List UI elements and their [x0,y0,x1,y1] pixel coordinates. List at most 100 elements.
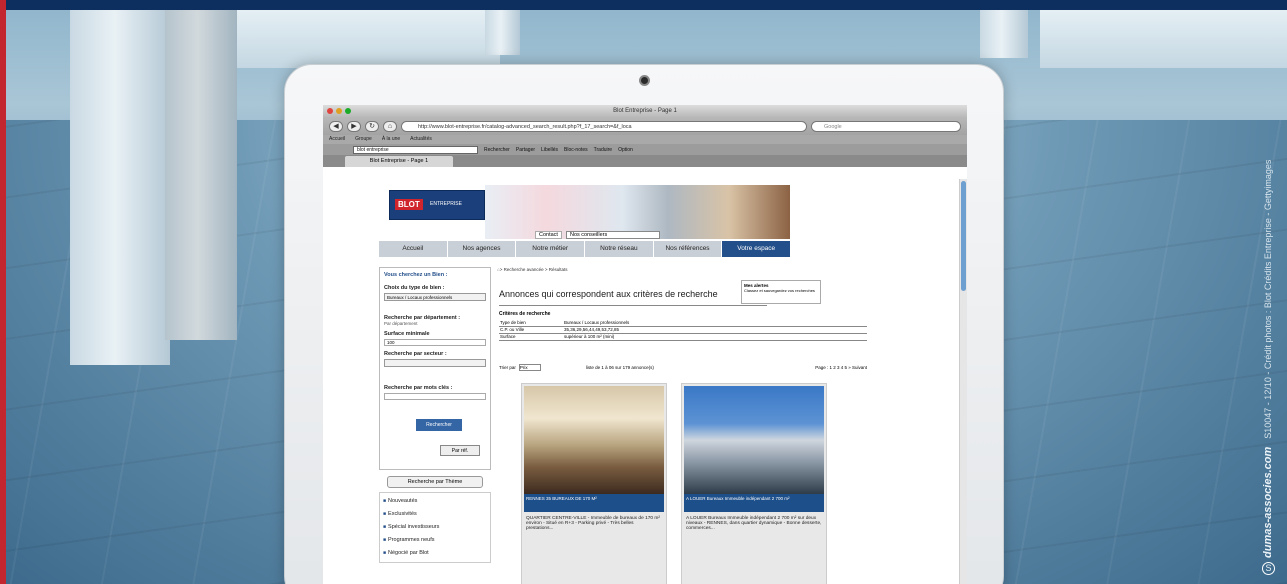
back-window [230,8,500,68]
search-panel: Vous cherchez un Bien : Choix du type de… [379,267,491,470]
criteria-block: Critères de recherche Type de bien Bureau… [499,311,867,341]
criteria-key: Surface [499,333,563,341]
bookmarks-bar: Accueil Groupe À la une Actualités [323,135,967,144]
type-select[interactable]: Bureaux / Locaux professionnels [384,293,486,301]
red-strip [0,0,6,584]
theme-link[interactable]: Exclusivités [383,508,487,521]
surface-input[interactable]: 100 [384,339,486,346]
listing-photo[interactable] [524,386,664,494]
search-sidebar: Vous cherchez un Bien : Choix du type de… [379,267,491,563]
pillar [485,10,520,55]
back-window [1040,8,1287,68]
criteria-key: Type de bien [499,319,563,327]
url-bar[interactable]: http://www.blot-entreprise.fr/catalog-ad… [401,120,807,132]
google-toolbar-search[interactable]: blot entreprise [353,145,478,154]
photo-credit: Sdumas-associes.com S10047 - 12/10 - Créd… [1262,160,1275,575]
menu-references[interactable]: Nos références [654,241,723,257]
zoom-window-icon[interactable] [345,108,351,114]
home-icon[interactable]: ⌂ [383,120,397,132]
ref-search-button[interactable]: Par réf. [440,445,480,456]
bookmark-item[interactable]: Accueil [329,135,345,144]
google-toolbar: blot entreprise Rechercher Partager Libe… [323,144,967,155]
reload-icon[interactable]: ↻ [365,120,379,132]
theme-link[interactable]: Programmes neufs [383,534,487,547]
menu-reseau[interactable]: Notre réseau [585,241,654,257]
criteria-table: Type de bien Bureaux / Locaux professionn… [499,319,867,341]
credit-brand: dumas-associes.com [1262,446,1274,558]
contact-select[interactable]: Nos conseillers [565,231,660,239]
browser-search-input[interactable]: Google [811,120,961,132]
alerts-box[interactable]: Mes alertes Classez et sauvegardez vos r… [741,280,821,304]
browser-tab[interactable]: Blot Entreprise - Page 1 [345,156,453,167]
menu-accueil[interactable]: Accueil [379,241,448,257]
window-title: Blot Entreprise - Page 1 [613,108,677,114]
table-row: C.P. ou Ville 35,36,29,56,44,49,53,72,85 [499,326,867,334]
bookmark-item[interactable]: À la une [382,135,400,144]
breadcrumb: > Recherche avancée > Résultats [497,267,791,272]
scrollbar-thumb[interactable] [961,181,966,291]
listing-description: A LOUER Bureaux Immeuble indépendant 2 7… [686,516,822,531]
criteria-title: Critères de recherche [499,311,551,317]
toolbar-item[interactable]: Libellés [541,147,558,153]
search-submit-button[interactable]: Rechercher [416,419,462,431]
listing-caption[interactable]: A LOUER Bureaux Immeuble indépendant 2 7… [684,494,824,512]
theme-link[interactable]: Spécial investisseurs [383,521,487,534]
results-main: > Recherche avancée > Résultats Annonces… [497,267,867,584]
pillar [165,10,237,340]
listing-card[interactable]: RENNES 35 BUREAUX DE 170 M² QUARTIER CEN… [521,383,667,584]
background-photo: Sdumas-associes.com S10047 - 12/10 - Créd… [0,0,1287,584]
top-band [0,0,1287,10]
logo-subtext: ENTREPRISE [430,201,462,207]
theme-link[interactable]: Négocié par Blot [383,547,487,560]
forward-icon[interactable]: ▶ [347,120,361,132]
keyword-input[interactable] [384,393,486,400]
page-viewport: BLOT ENTREPRISE Contact Nos conseillers … [323,179,967,584]
logo-text: BLOT [395,199,423,210]
title-divider [499,305,767,306]
close-window-icon[interactable] [327,108,333,114]
toolbar-item[interactable]: Option [618,147,633,153]
menu-metier[interactable]: Notre métier [516,241,586,257]
pagination[interactable]: Page : 1 2 3 4 5 » Suivant [815,365,867,370]
table-row: Type de bien Bureaux / Locaux professionn… [499,319,867,327]
minimize-window-icon[interactable] [336,108,342,114]
panel-title: Vous cherchez un Bien : [384,272,448,278]
laptop-screen: Blot Entreprise - Page 1 ◀ ▶ ↻ ⌂ http://… [323,105,967,584]
window-controls [327,108,351,114]
menu-agences[interactable]: Nos agences [448,241,517,257]
laptop: Blot Entreprise - Page 1 ◀ ▶ ↻ ⌂ http://… [284,64,1004,584]
theme-links: Nouveautés Exclusivités Spécial investis… [379,492,491,563]
sort-label: Trier par [499,365,516,370]
website: BLOT ENTREPRISE Contact Nos conseillers … [375,179,867,584]
alerts-text: Classez et sauvegardez vos recherches [744,288,815,293]
theme-search-button[interactable]: Recherche par Thème [387,476,483,488]
listing-description: QUARTIER CENTRE-VILLE - Immeuble de bure… [526,516,661,531]
credit-meta: S10047 - 12/10 - Crédit photos : Blot Cr… [1263,159,1273,439]
browser-toolbar: ◀ ▶ ↻ ⌂ http://www.blot-entreprise.fr/ca… [323,117,967,135]
listing-card[interactable]: A LOUER Bureaux Immeuble indépendant 2 7… [681,383,827,584]
sector-select[interactable] [384,359,486,367]
sort-select[interactable]: Prix [518,364,541,371]
tab-bar: Blot Entreprise - Page 1 [323,155,967,167]
bookmark-item[interactable]: Groupe [355,135,372,144]
toolbar-item[interactable]: Rechercher [484,147,510,153]
vertical-scrollbar[interactable] [959,179,967,584]
criteria-value: Bureaux / Locaux professionnels [563,319,867,327]
site-logo[interactable]: BLOT ENTREPRISE [389,190,485,220]
listing-caption[interactable]: RENNES 35 BUREAUX DE 170 M² [524,494,664,512]
listing-photo[interactable] [684,386,824,494]
keyword-label: Recherche par mots clés : [384,385,453,391]
back-icon[interactable]: ◀ [329,120,343,132]
pillar [70,10,170,365]
dept-value[interactable]: Par département [384,321,486,326]
surface-label: Surface minimale [384,331,430,337]
sort-row: Trier par Prix liste de 1 à 06 sur 179 a… [499,364,867,371]
bookmark-item[interactable]: Actualités [410,135,432,144]
toolbar-item[interactable]: Bloc-notes [564,147,588,153]
toolbar-item[interactable]: Partager [516,147,535,153]
toolbar-item[interactable]: Traduire [594,147,612,153]
menu-espace[interactable]: Votre espace [722,241,792,257]
brand-logo-icon: S [1262,562,1275,575]
page-title: Annonces qui correspondent aux critères … [499,289,718,299]
theme-link[interactable]: Nouveautés [383,495,487,508]
